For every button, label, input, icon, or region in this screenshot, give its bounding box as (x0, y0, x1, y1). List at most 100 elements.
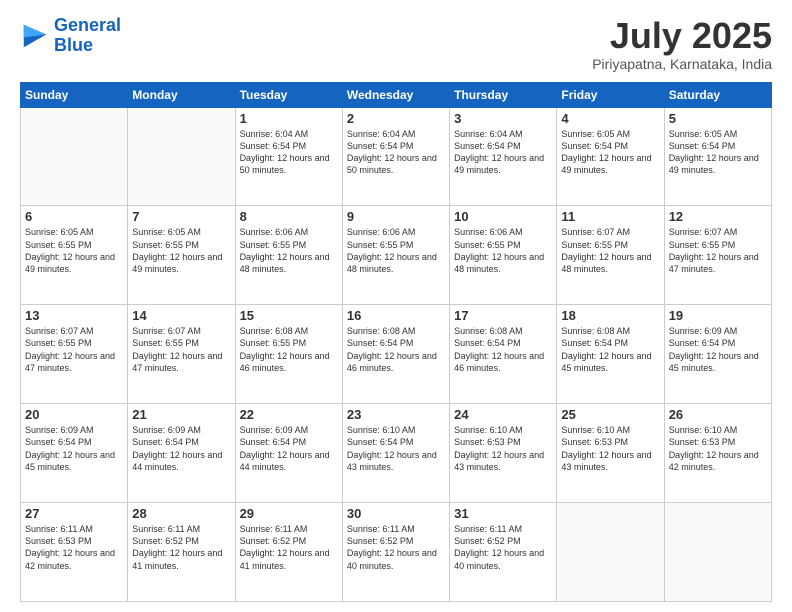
day-info: Sunrise: 6:07 AM Sunset: 6:55 PM Dayligh… (132, 325, 230, 374)
day-number: 2 (347, 111, 445, 126)
day-info: Sunrise: 6:11 AM Sunset: 6:52 PM Dayligh… (240, 523, 338, 572)
day-info: Sunrise: 6:05 AM Sunset: 6:54 PM Dayligh… (669, 128, 767, 177)
day-number: 31 (454, 506, 552, 521)
day-number: 13 (25, 308, 123, 323)
calendar-cell: 8Sunrise: 6:06 AM Sunset: 6:55 PM Daylig… (235, 206, 342, 305)
calendar-cell: 10 Sunrise: 6:06 AM Sunset: 6:55 PM Dayli… (450, 206, 557, 305)
day-info: Sunrise: 6:09 AM Sunset: 6:54 PM Dayligh… (240, 424, 338, 473)
header: General Blue July 2025 Piriyapatna, Karn… (20, 16, 772, 72)
calendar-cell: 15Sunrise: 6:08 AM Sunset: 6:55 PM Dayli… (235, 305, 342, 404)
day-number: 5 (669, 111, 767, 126)
day-number: 17 (454, 308, 552, 323)
weekday-header-tuesday: Tuesday (235, 82, 342, 107)
calendar-cell: 29 Sunrise: 6:11 AM Sunset: 6:52 PM Dayli… (235, 503, 342, 602)
calendar-cell: 27 Sunrise: 6:11 AM Sunset: 6:53 PM Dayli… (21, 503, 128, 602)
day-number: 29 (240, 506, 338, 521)
day-info: Sunrise: 6:05 AM Sunset: 6:54 PM Dayligh… (561, 128, 659, 177)
calendar-cell: 3 Sunrise: 6:04 AM Sunset: 6:54 PM Daylig… (450, 107, 557, 206)
day-number: 10 (454, 209, 552, 224)
calendar-cell: 20 Sunrise: 6:09 AM Sunset: 6:54 PM Dayli… (21, 404, 128, 503)
day-info: Sunrise: 6:07 AM Sunset: 6:55 PM Dayligh… (561, 226, 659, 275)
day-info: Sunrise: 6:06 AM Sunset: 6:55 PM Dayligh… (347, 226, 445, 275)
day-number: 21 (132, 407, 230, 422)
day-number: 27 (25, 506, 123, 521)
calendar-cell: 9 Sunrise: 6:06 AM Sunset: 6:55 PM Daylig… (342, 206, 449, 305)
day-info: Sunrise: 6:04 AM Sunset: 6:54 PM Dayligh… (347, 128, 445, 177)
calendar-week-row: 1 Sunrise: 6:04 AM Sunset: 6:54 PM Daylig… (21, 107, 772, 206)
day-number: 18 (561, 308, 659, 323)
logo-blue: Blue (54, 36, 121, 56)
calendar-cell: 12 Sunrise: 6:07 AM Sunset: 6:55 PM Dayli… (664, 206, 771, 305)
day-number: 6 (25, 209, 123, 224)
day-info: Sunrise: 6:10 AM Sunset: 6:53 PM Dayligh… (454, 424, 552, 473)
day-info: Sunrise: 6:09 AM Sunset: 6:54 PM Dayligh… (25, 424, 123, 473)
calendar-cell: 14 Sunrise: 6:07 AM Sunset: 6:55 PM Dayli… (128, 305, 235, 404)
calendar-cell: 4 Sunrise: 6:05 AM Sunset: 6:54 PM Daylig… (557, 107, 664, 206)
calendar-cell (664, 503, 771, 602)
day-info: Sunrise: 6:11 AM Sunset: 6:52 PM Dayligh… (132, 523, 230, 572)
day-number: 26 (669, 407, 767, 422)
day-number: 30 (347, 506, 445, 521)
calendar-cell: 28 Sunrise: 6:11 AM Sunset: 6:52 PM Dayli… (128, 503, 235, 602)
page: General Blue July 2025 Piriyapatna, Karn… (0, 0, 792, 612)
weekday-header-saturday: Saturday (664, 82, 771, 107)
day-info: Sunrise: 6:04 AM Sunset: 6:54 PM Dayligh… (454, 128, 552, 177)
calendar-cell (128, 107, 235, 206)
day-info: Sunrise: 6:06 AM Sunset: 6:55 PM Dayligh… (240, 226, 338, 275)
calendar-week-row: 27 Sunrise: 6:11 AM Sunset: 6:53 PM Dayli… (21, 503, 772, 602)
calendar-cell: 26 Sunrise: 6:10 AM Sunset: 6:53 PM Dayli… (664, 404, 771, 503)
day-number: 22 (240, 407, 338, 422)
day-number: 14 (132, 308, 230, 323)
day-info: Sunrise: 6:07 AM Sunset: 6:55 PM Dayligh… (669, 226, 767, 275)
calendar-cell: 5 Sunrise: 6:05 AM Sunset: 6:54 PM Daylig… (664, 107, 771, 206)
calendar-cell: 7Sunrise: 6:05 AM Sunset: 6:55 PM Daylig… (128, 206, 235, 305)
day-info: Sunrise: 6:10 AM Sunset: 6:53 PM Dayligh… (669, 424, 767, 473)
calendar-cell (557, 503, 664, 602)
day-number: 12 (669, 209, 767, 224)
calendar-cell: 24 Sunrise: 6:10 AM Sunset: 6:53 PM Dayli… (450, 404, 557, 503)
logo: General Blue (20, 16, 121, 56)
weekday-header-thursday: Thursday (450, 82, 557, 107)
calendar-week-row: 20 Sunrise: 6:09 AM Sunset: 6:54 PM Dayli… (21, 404, 772, 503)
day-info: Sunrise: 6:09 AM Sunset: 6:54 PM Dayligh… (669, 325, 767, 374)
calendar-cell: 13Sunrise: 6:07 AM Sunset: 6:55 PM Dayli… (21, 305, 128, 404)
weekday-header-wednesday: Wednesday (342, 82, 449, 107)
day-number: 4 (561, 111, 659, 126)
calendar-body: 1 Sunrise: 6:04 AM Sunset: 6:54 PM Daylig… (21, 107, 772, 601)
day-info: Sunrise: 6:08 AM Sunset: 6:54 PM Dayligh… (347, 325, 445, 374)
calendar-cell: 23Sunrise: 6:10 AM Sunset: 6:54 PM Dayli… (342, 404, 449, 503)
calendar-cell: 25Sunrise: 6:10 AM Sunset: 6:53 PM Dayli… (557, 404, 664, 503)
weekday-header-monday: Monday (128, 82, 235, 107)
month-title: July 2025 (592, 16, 772, 56)
day-number: 16 (347, 308, 445, 323)
calendar-cell (21, 107, 128, 206)
logo-icon (20, 21, 50, 51)
day-number: 3 (454, 111, 552, 126)
day-info: Sunrise: 6:08 AM Sunset: 6:54 PM Dayligh… (454, 325, 552, 374)
day-number: 28 (132, 506, 230, 521)
calendar-header: SundayMondayTuesdayWednesdayThursdayFrid… (21, 82, 772, 107)
day-number: 20 (25, 407, 123, 422)
day-info: Sunrise: 6:04 AM Sunset: 6:54 PM Dayligh… (240, 128, 338, 177)
weekday-header-sunday: Sunday (21, 82, 128, 107)
calendar: SundayMondayTuesdayWednesdayThursdayFrid… (20, 82, 772, 602)
day-number: 23 (347, 407, 445, 422)
calendar-week-row: 13 Sunrise: 6:07 AM Sunset: 6:55 PM Dayli… (21, 305, 772, 404)
location: Piriyapatna, Karnataka, India (592, 56, 772, 72)
day-info: Sunrise: 6:11 AM Sunset: 6:52 PM Dayligh… (347, 523, 445, 572)
day-info: Sunrise: 6:06 AM Sunset: 6:55 PM Dayligh… (454, 226, 552, 275)
day-info: Sunrise: 6:11 AM Sunset: 6:53 PM Dayligh… (25, 523, 123, 572)
calendar-cell: 11Sunrise: 6:07 AM Sunset: 6:55 PM Dayli… (557, 206, 664, 305)
day-number: 1 (240, 111, 338, 126)
calendar-cell: 6Sunrise: 6:05 AM Sunset: 6:55 PM Daylig… (21, 206, 128, 305)
day-number: 25 (561, 407, 659, 422)
day-number: 24 (454, 407, 552, 422)
calendar-cell: 17 Sunrise: 6:08 AM Sunset: 6:54 PM Dayli… (450, 305, 557, 404)
day-info: Sunrise: 6:05 AM Sunset: 6:55 PM Dayligh… (132, 226, 230, 275)
day-info: Sunrise: 6:11 AM Sunset: 6:52 PM Dayligh… (454, 523, 552, 572)
day-info: Sunrise: 6:09 AM Sunset: 6:54 PM Dayligh… (132, 424, 230, 473)
calendar-cell: 30 Sunrise: 6:11 AM Sunset: 6:52 PM Dayli… (342, 503, 449, 602)
calendar-cell: 19Sunrise: 6:09 AM Sunset: 6:54 PM Dayli… (664, 305, 771, 404)
calendar-week-row: 6 Sunrise: 6:05 AM Sunset: 6:55 PM Daylig… (21, 206, 772, 305)
day-number: 9 (347, 209, 445, 224)
